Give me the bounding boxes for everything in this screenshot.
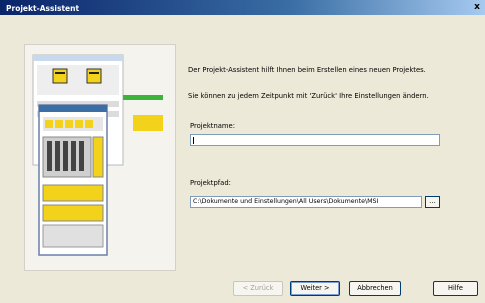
- intro-text-1: Der Projekt-Assistent hilft Ihnen beim E…: [188, 66, 426, 74]
- project-name-label: Projektname:: [190, 122, 236, 130]
- project-wizard-illustration: [24, 44, 176, 271]
- text-caret: [193, 137, 194, 144]
- project-name-input[interactable]: [190, 134, 440, 146]
- cancel-button[interactable]: Abbrechen: [349, 281, 401, 296]
- intro-text-2: Sie können zu jedem Zeitpunkt mit 'Zurüc…: [188, 92, 429, 100]
- browse-button[interactable]: ...: [425, 196, 440, 208]
- back-button[interactable]: < Zurück: [233, 281, 283, 296]
- close-icon[interactable]: x: [472, 2, 482, 12]
- project-path-input[interactable]: C:\Dokumente und Einstellungen\All Users…: [190, 196, 422, 208]
- project-path-label: Projektpfad:: [190, 179, 231, 187]
- next-button[interactable]: Weiter >: [290, 281, 340, 296]
- window-title: Projekt-Assistent: [6, 4, 80, 13]
- help-button[interactable]: Hilfe: [433, 281, 478, 296]
- title-bar: Projekt-Assistent x: [0, 0, 485, 15]
- wizard-dialog: Der Projekt-Assistent hilft Ihnen beim E…: [0, 15, 485, 303]
- illustration-graphic: [32, 54, 163, 256]
